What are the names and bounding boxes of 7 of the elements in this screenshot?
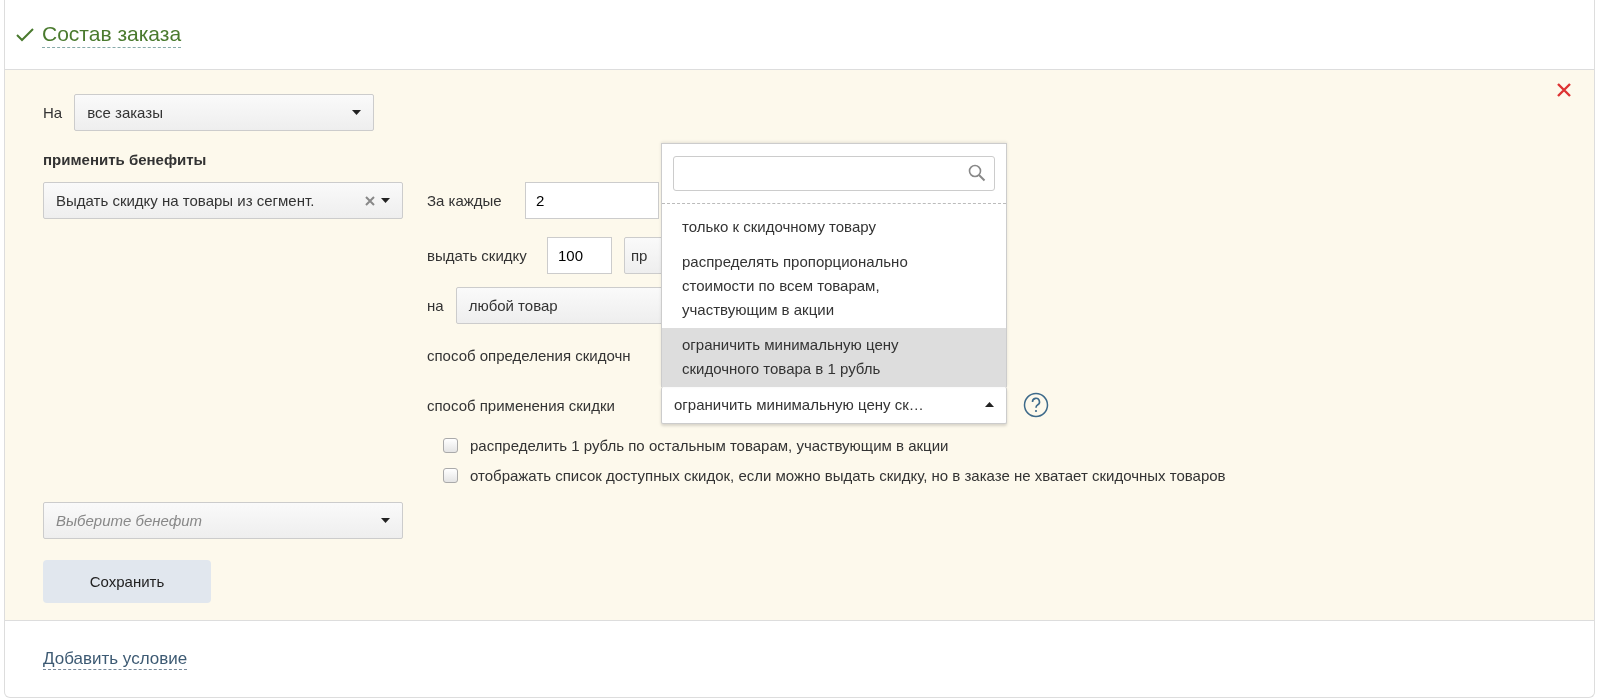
apply-label: способ применения скидки (427, 396, 616, 414)
scope-label: На (43, 104, 63, 121)
method-label: способ определения скидочн (427, 346, 631, 364)
discount-label: выдать скидку (427, 246, 528, 264)
every-label: За каждые (427, 192, 503, 209)
benefits-heading: применить бенефиты (43, 151, 208, 168)
target-label: на (427, 296, 444, 314)
